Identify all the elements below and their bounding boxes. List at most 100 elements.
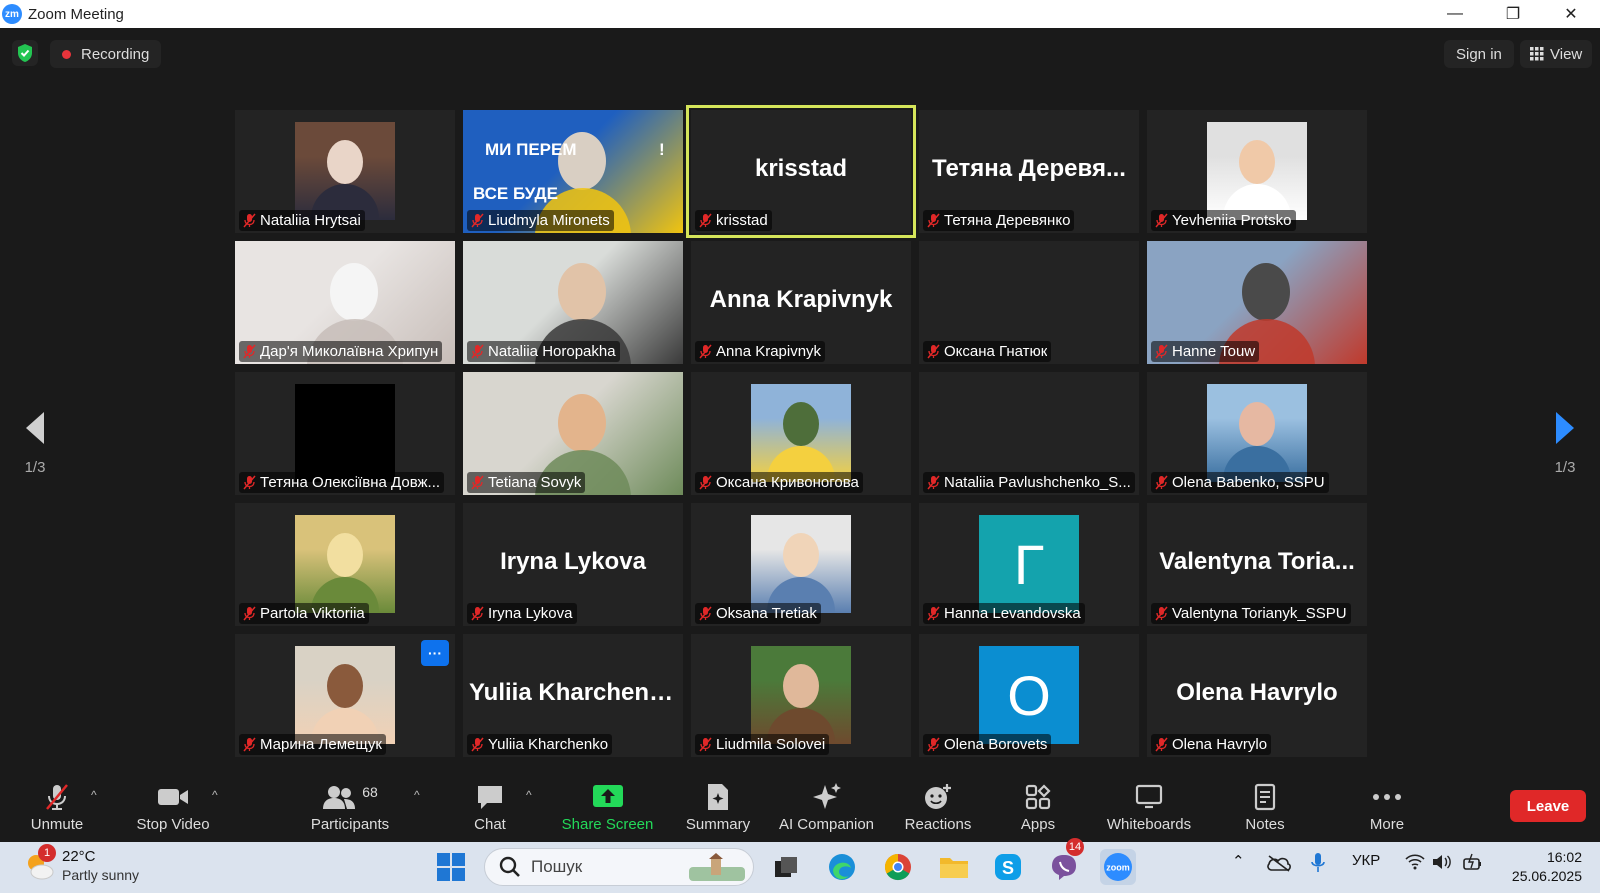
participant-tile[interactable]: Nataliia Horopakha	[463, 241, 683, 364]
participant-name: Hanna Levandovska	[944, 605, 1081, 622]
participants-caret-icon[interactable]: ^	[414, 788, 420, 802]
weather-condition: Partly sunny	[62, 867, 140, 883]
leave-button[interactable]: Leave	[1510, 790, 1586, 822]
recording-indicator[interactable]: Recording	[50, 40, 162, 68]
participant-tile[interactable]: Olena Havrylo Olena Havrylo	[1147, 634, 1367, 757]
participant-tile[interactable]: МИ ПЕРЕМ ВСЕ БУДЕ! Liudmyla Mironets	[463, 110, 683, 233]
notes-button[interactable]: Notes	[1230, 770, 1300, 842]
participant-name-display: Yuliia Kharchenko	[469, 678, 678, 706]
skype-app[interactable]: S	[990, 849, 1026, 885]
participant-name-display: Anna Krapivnyk	[709, 285, 893, 313]
arrow-left-icon[interactable]	[22, 410, 48, 446]
participant-tile[interactable]: Oksana Tretiak	[691, 503, 911, 626]
sign-in-button[interactable]: Sign in	[1444, 40, 1514, 68]
summary-button[interactable]: Summary	[678, 770, 758, 842]
participant-tile[interactable]: Г Hanna Levandovska	[919, 503, 1139, 626]
participant-avatar	[751, 646, 851, 744]
encryption-shield-icon[interactable]	[12, 40, 38, 66]
keyboard-language-indicator[interactable]: УКР	[1352, 852, 1380, 869]
microphone-tray-icon[interactable]	[1310, 852, 1326, 878]
zoom-app[interactable]: zoom	[1100, 849, 1136, 885]
mic-off-icon	[927, 213, 940, 228]
participant-name: Yuliia Kharchenko	[488, 736, 609, 753]
participant-tile[interactable]: Дар'я Миколаївна Хрипун	[235, 241, 455, 364]
participant-tile[interactable]: Yevheniia Protsko	[1147, 110, 1367, 233]
participant-name: Оксана Гнатюк	[944, 343, 1048, 360]
participant-name: Anna Krapivnyk	[716, 343, 822, 360]
participant-tile[interactable]: Тетяна Олексіївна Довж...	[235, 372, 455, 495]
chat-button[interactable]: Chat	[455, 770, 525, 842]
tile-more-options-button[interactable]: ···	[421, 640, 449, 666]
reactions-button[interactable]: Reactions	[896, 770, 980, 842]
whiteboards-label: Whiteboards	[1106, 815, 1192, 833]
task-view-button[interactable]	[768, 849, 804, 885]
mic-off-icon	[927, 737, 940, 752]
chrome-app[interactable]	[880, 849, 916, 885]
volume-icon[interactable]	[1432, 854, 1452, 874]
prev-page-control[interactable]: 1/3	[5, 410, 65, 476]
arrow-right-icon[interactable]	[1552, 410, 1578, 446]
participant-tile[interactable]: Hanne Touw	[1147, 241, 1367, 364]
participant-tile[interactable]: Anna Krapivnyk Anna Krapivnyk	[691, 241, 911, 364]
file-explorer-app[interactable]	[936, 849, 972, 885]
participant-name-label: Olena Havrylo	[1151, 734, 1272, 755]
stop-video-label: Stop Video	[136, 815, 210, 833]
participant-tile[interactable]: Оксана Гнатюк	[919, 241, 1139, 364]
participants-count: 68	[362, 783, 378, 800]
system-clock[interactable]: 16:02 25.06.2025	[1500, 848, 1582, 886]
participant-tile[interactable]: Partola Viktoriia	[235, 503, 455, 626]
participant-avatar	[1207, 384, 1307, 482]
participant-tile[interactable]: Iryna Lykova Iryna Lykova	[463, 503, 683, 626]
participant-name: Partola Viktoriia	[260, 605, 365, 622]
participant-tile[interactable]: Nataliia Pavlushchenko_S...	[919, 372, 1139, 495]
participant-tile[interactable]: Оксана Кривоногова	[691, 372, 911, 495]
windows-start-button[interactable]	[433, 849, 469, 885]
participant-name-display: Iryna Lykova	[500, 547, 646, 575]
share-screen-button[interactable]: Share Screen	[555, 770, 660, 842]
meeting-toolbar: Unmute ^ Stop Video ^ 68 Participants ^ …	[0, 770, 1600, 842]
participant-tile[interactable]: O Olena Borovets	[919, 634, 1139, 757]
taskbar-search[interactable]: Пошук	[484, 848, 754, 886]
close-button[interactable]: ✕	[1542, 0, 1600, 28]
minimize-button[interactable]: —	[1426, 0, 1484, 28]
folder-icon	[940, 858, 968, 878]
participant-name-label: Тетяна Олексіївна Довж...	[239, 472, 445, 493]
onedrive-icon[interactable]	[1266, 854, 1292, 876]
whiteboards-button[interactable]: Whiteboards	[1098, 770, 1200, 842]
unmute-label: Unmute	[30, 815, 84, 833]
mic-off-icon	[471, 344, 484, 359]
notes-icon	[1254, 783, 1276, 810]
participant-tile[interactable]: krisstad krisstad	[686, 105, 916, 238]
unmute-button[interactable]: Unmute	[22, 770, 92, 842]
wifi-icon[interactable]	[1405, 854, 1425, 874]
more-button[interactable]: More	[1352, 770, 1422, 842]
apps-button[interactable]: Apps	[1003, 770, 1073, 842]
participant-tile[interactable]: Liudmila Solovei	[691, 634, 911, 757]
participant-tile[interactable]: Olena Babenko, SSPU	[1147, 372, 1367, 495]
zoom-app-icon: zoom	[1104, 853, 1132, 881]
mic-off-icon	[927, 475, 940, 490]
search-placeholder: Пошук	[531, 857, 583, 876]
grid-view-icon	[1530, 47, 1544, 61]
participant-name-label: Марина Лемещук	[239, 734, 386, 755]
participant-tile[interactable]: Yuliia Kharchenko Yuliia Kharchenko	[463, 634, 683, 757]
audio-options-caret-icon[interactable]: ^	[91, 788, 97, 802]
participant-tile[interactable]: ··· Марина Лемещук	[235, 634, 455, 757]
restore-button[interactable]: ❐	[1484, 0, 1542, 28]
participants-button[interactable]: 68 Participants	[300, 770, 400, 842]
video-options-caret-icon[interactable]: ^	[212, 788, 218, 802]
tray-overflow-chevron-icon[interactable]: ⌃	[1232, 852, 1245, 870]
participant-tile[interactable]: Tetiana Sovyk	[463, 372, 683, 495]
ai-companion-button[interactable]: AI Companion	[774, 770, 879, 842]
participant-avatar	[1207, 122, 1307, 220]
battery-icon[interactable]	[1462, 853, 1484, 875]
participant-tile[interactable]: Valentyna Toria... Valentyna Torianyk_SSP…	[1147, 503, 1367, 626]
participant-tile[interactable]: Тетяна Деревя... Тетяна Деревянко	[919, 110, 1139, 233]
chat-caret-icon[interactable]: ^	[526, 788, 532, 802]
next-page-control[interactable]: 1/3	[1535, 410, 1595, 476]
participant-tile[interactable]: Nataliia Hrytsai	[235, 110, 455, 233]
edge-app[interactable]	[824, 849, 860, 885]
stop-video-button[interactable]: Stop Video	[128, 770, 218, 842]
view-button[interactable]: View	[1520, 40, 1593, 68]
video-grid: Nataliia Hrytsai МИ ПЕРЕМ ВСЕ БУДЕ! Liudmyl…	[235, 105, 1367, 760]
